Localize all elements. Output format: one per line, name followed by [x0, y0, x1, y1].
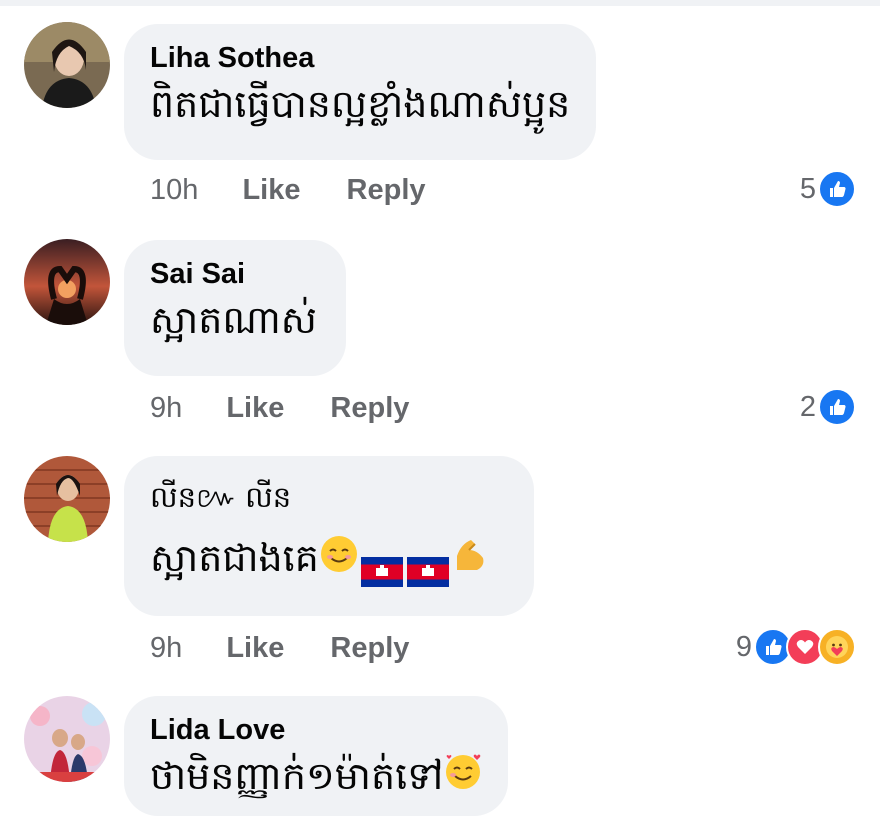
like-button[interactable]: Like: [226, 392, 284, 425]
reaction-count: 2: [799, 390, 816, 423]
comment-author[interactable]: លីន៚ លីន: [150, 480, 508, 516]
reply-button[interactable]: Reply: [347, 174, 426, 207]
comment-bubble: លីន៚ លីន ស្អាតជាងគេ: [124, 456, 534, 616]
flexed-biceps-emoji: [451, 533, 491, 589]
comment-bubble: Sai Sai ស្អាតណាស់: [124, 240, 346, 376]
divider: [0, 0, 880, 6]
like-button[interactable]: Like: [242, 174, 300, 207]
care-reaction-icon: [818, 628, 856, 666]
comment-text: ស្អាតណាស់: [150, 298, 317, 342]
comment-actions: 10h Like Reply: [150, 174, 464, 207]
reaction-summary[interactable]: 5: [800, 170, 856, 208]
avatar[interactable]: [24, 239, 110, 325]
comment-text: ពិតជាធ្វើបានល្អខ្លាំងណាស់ប្អូន: [150, 82, 571, 126]
comment-text-content: ថាមិនញ្ញាក់១ម៉ាត់ទៅ: [150, 754, 444, 798]
comment-text-content: ស្អាតជាងគេ: [150, 536, 319, 580]
comment-author[interactable]: Sai Sai: [150, 256, 320, 292]
comment-author[interactable]: Liha Sothea: [150, 40, 570, 76]
comment-time[interactable]: 9h: [150, 632, 182, 665]
comment-time[interactable]: 9h: [150, 392, 182, 425]
comment-bubble: Lida Love ថាមិនញ្ញាក់១ម៉ាត់ទៅ: [124, 696, 508, 816]
like-button[interactable]: Like: [226, 632, 284, 665]
smiling-face-with-hearts-emoji: [443, 750, 485, 807]
avatar[interactable]: [24, 456, 110, 542]
reaction-count: 5: [799, 172, 816, 205]
avatar[interactable]: [24, 696, 110, 782]
comment-actions: 9h Like Reply: [150, 632, 447, 665]
comment-actions: 9h Like Reply: [150, 392, 447, 425]
reply-button[interactable]: Reply: [330, 392, 409, 425]
reply-button[interactable]: Reply: [330, 632, 409, 665]
reaction-summary[interactable]: 9: [736, 628, 856, 666]
comment-bubble: Liha Sothea ពិតជាធ្វើបានល្អខ្លាំងណាស់ប្អ…: [124, 24, 596, 160]
avatar[interactable]: [24, 22, 110, 108]
cambodia-flag-emoji: [406, 546, 449, 587]
like-reaction-icon: [818, 170, 856, 208]
cambodia-flag-emoji: [360, 546, 403, 587]
comment-text: ស្អាតជាងគេ: [150, 530, 508, 589]
comment-author[interactable]: Lida Love: [150, 712, 482, 748]
smiling-face-emoji: [319, 533, 359, 589]
reaction-summary[interactable]: 2: [800, 388, 856, 426]
reaction-count: 9: [735, 630, 752, 663]
comment-time[interactable]: 10h: [150, 174, 198, 207]
like-reaction-icon: [818, 388, 856, 426]
comment-text: ថាមិនញ្ញាក់១ម៉ាត់ទៅ: [150, 748, 482, 807]
